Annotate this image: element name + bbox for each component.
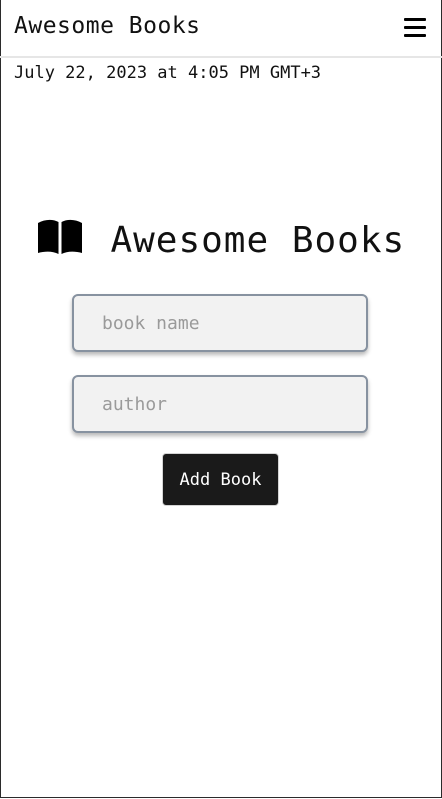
brand-title: Awesome Books xyxy=(14,13,201,39)
add-book-button[interactable]: Add Book xyxy=(162,453,279,506)
hamburger-menu-icon[interactable] xyxy=(404,17,426,37)
navbar: Awesome Books xyxy=(0,0,442,58)
form-title: Awesome Books xyxy=(110,220,406,261)
book-name-input[interactable] xyxy=(72,294,368,352)
current-datetime: July 22, 2023 at 4:05 PM GMT+3 xyxy=(14,63,322,83)
menu-bar xyxy=(404,26,426,29)
author-input[interactable] xyxy=(72,375,368,433)
menu-bar xyxy=(404,18,426,21)
form-heading: Awesome Books xyxy=(0,219,442,261)
open-book-icon xyxy=(37,219,82,254)
menu-bar xyxy=(404,34,426,37)
